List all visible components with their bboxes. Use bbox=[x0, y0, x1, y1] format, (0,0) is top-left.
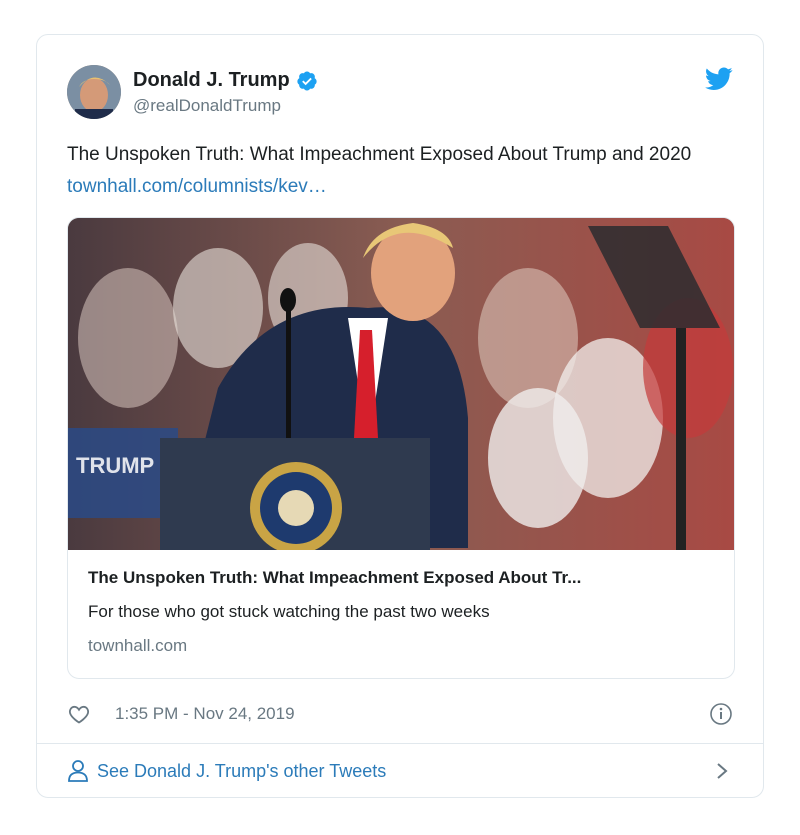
tweet-meta: 1:35 PM - Nov 24, 2019 bbox=[67, 700, 733, 728]
tweet-text: The Unspoken Truth: What Impeachment Exp… bbox=[67, 139, 739, 203]
tweet-header: Donald J. Trump @realDonaldTrump bbox=[67, 65, 733, 121]
avatar[interactable] bbox=[67, 65, 121, 119]
twitter-bird-icon[interactable] bbox=[705, 67, 733, 91]
card-image[interactable]: TRUMP bbox=[68, 218, 734, 554]
chevron-right-icon bbox=[717, 763, 728, 779]
tweet-body: The Unspoken Truth: What Impeachment Exp… bbox=[67, 144, 692, 165]
tweet-timestamp[interactable]: 1:35 PM - Nov 24, 2019 bbox=[115, 704, 295, 724]
card-description: For those who got stuck watching the pas… bbox=[88, 602, 490, 621]
tweet-link[interactable]: townhall.com/columnists/kev… bbox=[67, 176, 327, 197]
verified-badge-icon bbox=[297, 70, 317, 90]
author-name-text[interactable]: Donald J. Trump bbox=[133, 69, 290, 92]
author-handle[interactable]: @realDonaldTrump bbox=[133, 96, 318, 116]
embedded-tweet: Donald J. Trump @realDonaldTrump The Uns… bbox=[36, 34, 764, 798]
author-block: Donald J. Trump @realDonaldTrump bbox=[133, 69, 318, 116]
link-preview-card[interactable]: TRUMP The Unspoken Truth: What Impeachme… bbox=[67, 217, 735, 679]
svg-text:TRUMP: TRUMP bbox=[76, 453, 154, 478]
see-other-tweets-label[interactable]: See Donald J. Trump's other Tweets bbox=[97, 761, 386, 782]
heart-icon[interactable] bbox=[67, 702, 91, 726]
author-name[interactable]: Donald J. Trump bbox=[133, 69, 318, 92]
card-domain: townhall.com bbox=[88, 636, 188, 655]
see-other-tweets-link[interactable]: See Donald J. Trump's other Tweets bbox=[67, 757, 733, 785]
card-body: The Unspoken Truth: What Impeachment Exp… bbox=[88, 568, 714, 656]
info-icon[interactable] bbox=[709, 702, 733, 726]
divider bbox=[37, 743, 763, 744]
card-title[interactable]: The Unspoken Truth: What Impeachment Exp… bbox=[88, 568, 714, 588]
person-icon bbox=[68, 760, 88, 782]
